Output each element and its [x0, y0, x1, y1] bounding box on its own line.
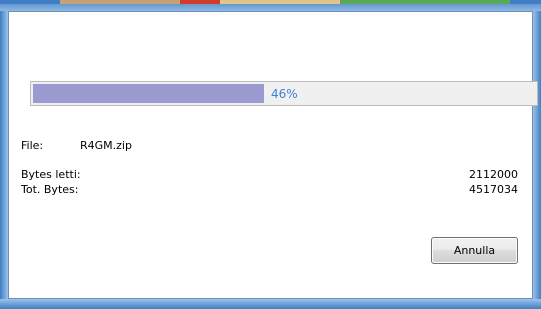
window-frame-right	[533, 0, 541, 309]
window-frame-bottom	[0, 299, 541, 309]
total-bytes-value: 4517034	[469, 183, 518, 196]
total-bytes-label: Tot. Bytes:	[21, 183, 79, 196]
cancel-button[interactable]: Annulla	[431, 237, 518, 264]
dialog-client-area: 46% File: R4GM.zip Bytes letti: 2112000 …	[8, 11, 538, 299]
progress-bar-fill	[33, 84, 264, 103]
background-window-strip	[0, 0, 541, 4]
bytes-read-label: Bytes letti:	[21, 168, 81, 181]
file-name: R4GM.zip	[80, 139, 132, 152]
progress-percent-label: 46%	[271, 87, 298, 101]
window-frame-left	[0, 0, 8, 309]
download-progress-bar: 46%	[30, 81, 538, 106]
download-dialog: 46% File: R4GM.zip Bytes letti: 2112000 …	[0, 0, 541, 309]
file-label: File:	[21, 139, 44, 152]
bytes-read-value: 2112000	[469, 168, 518, 181]
